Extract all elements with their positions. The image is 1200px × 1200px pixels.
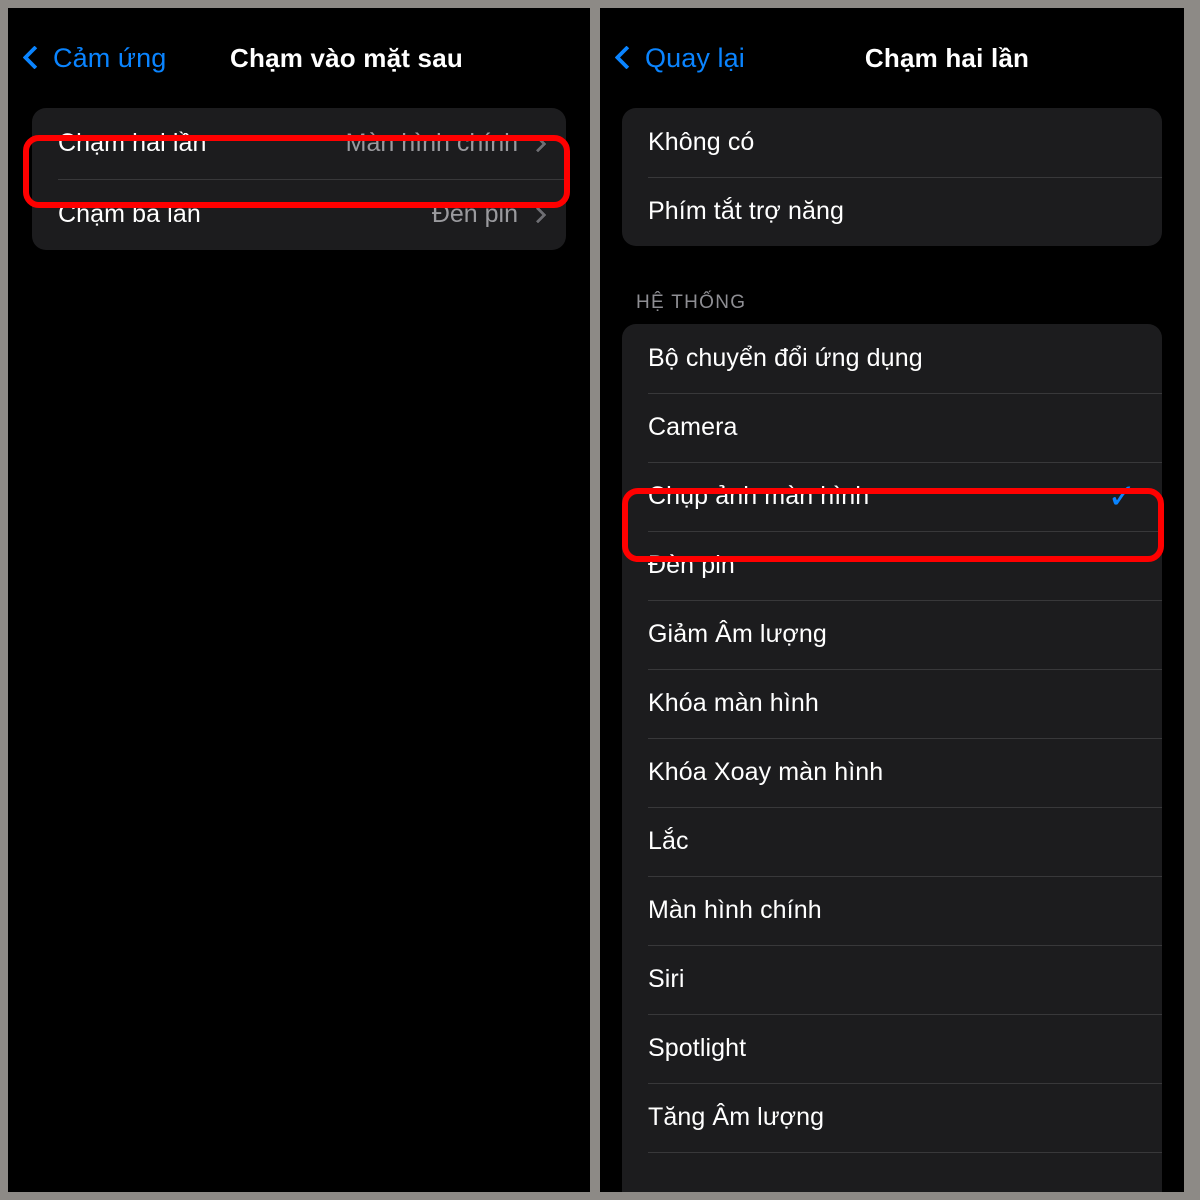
back-button-label: Quay lại <box>645 42 745 73</box>
options-card-system: Bộ chuyển đổi ứng dụng Camera Chụp ảnh m… <box>622 324 1162 1192</box>
list-item-label: Lắc <box>648 827 689 855</box>
list-item-giam-am-luong[interactable]: Giảm Âm lượng <box>622 600 1162 669</box>
list-item-value: Màn hình chính <box>345 129 518 157</box>
list-item-khoa-xoay-man-hinh[interactable]: Khóa Xoay màn hình <box>622 738 1162 807</box>
list-item-label: Đèn pin <box>648 551 735 579</box>
chevron-right-icon <box>529 206 547 223</box>
list-item-khong-co[interactable]: Không có <box>622 108 1162 177</box>
checkmark-icon: ✓ <box>1107 477 1137 516</box>
list-item-label: Chạm hai lần <box>58 129 207 157</box>
right-navigation-bar: Quay lại Chạm hai lần <box>600 8 1184 108</box>
back-button-label: Cảm ứng <box>53 42 167 73</box>
list-item-value: Đèn pin <box>431 200 518 228</box>
list-item-label: Chụp ảnh màn hình <box>648 482 870 510</box>
list-item-accessory-group: Màn hình chính <box>345 129 547 158</box>
list-item-label: Spotlight <box>648 1034 747 1062</box>
right-phone-screen: Quay lại Chạm hai lần Không có Phím tắt … <box>600 8 1184 1192</box>
screenshot-stage: Cảm ứng Chạm vào mặt sau Chạm hai lần Mà… <box>0 0 1200 1200</box>
list-item-accessory-group: ✓ <box>1108 480 1141 514</box>
left-phone-screen: Cảm ứng Chạm vào mặt sau Chạm hai lần Mà… <box>8 8 590 1192</box>
list-item-accessory-group: Đèn pin <box>431 200 547 229</box>
chevron-left-icon <box>22 45 47 70</box>
left-navigation-bar: Cảm ứng Chạm vào mặt sau <box>8 8 590 108</box>
section-header-he-thong: HỆ THỐNG <box>636 292 747 313</box>
list-item-lac[interactable]: Lắc <box>622 807 1162 876</box>
list-item-cham-ba-lan[interactable]: Chạm ba lần Đèn pin <box>32 179 566 250</box>
list-item-label: Giảm Âm lượng <box>648 620 827 648</box>
list-item-den-pin[interactable]: Đèn pin <box>622 531 1162 600</box>
list-item-bo-chuyen-doi-ung-dung[interactable]: Bộ chuyển đổi ứng dụng <box>622 324 1162 393</box>
list-item-label: Khóa Xoay màn hình <box>648 758 884 786</box>
back-button-cam-ung[interactable]: Cảm ứng <box>22 42 167 74</box>
list-item-label: Camera <box>648 413 738 441</box>
list-item-chup-anh-man-hinh[interactable]: Chụp ảnh màn hình ✓ <box>622 462 1162 531</box>
list-item-man-hinh-chinh[interactable]: Màn hình chính <box>622 876 1162 945</box>
list-item-label: Không có <box>648 128 755 156</box>
list-item-camera[interactable]: Camera <box>622 393 1162 462</box>
back-button-quay-lai[interactable]: Quay lại <box>614 42 745 74</box>
back-tap-settings-card: Chạm hai lần Màn hình chính Chạm ba lần … <box>32 108 566 250</box>
list-item-tang-am-luong[interactable]: Tăng Âm lượng <box>622 1083 1162 1152</box>
list-item-phim-tat-tro-nang[interactable]: Phím tắt trợ năng <box>622 177 1162 246</box>
list-item-label: Tăng Âm lượng <box>648 1103 825 1131</box>
list-item-label: Siri <box>648 965 685 993</box>
list-item-label: Phím tắt trợ năng <box>648 197 844 225</box>
list-item-siri[interactable]: Siri <box>622 945 1162 1014</box>
list-item-label: Chạm ba lần <box>58 200 201 228</box>
options-card-top: Không có Phím tắt trợ năng <box>622 108 1162 246</box>
chevron-right-icon <box>529 135 547 152</box>
list-item-cham-hai-lan[interactable]: Chạm hai lần Màn hình chính <box>32 108 566 179</box>
list-item-partial-below-fold[interactable] <box>622 1152 1162 1192</box>
list-item-khoa-man-hinh[interactable]: Khóa màn hình <box>622 669 1162 738</box>
chevron-left-icon <box>614 45 639 70</box>
list-item-spotlight[interactable]: Spotlight <box>622 1014 1162 1083</box>
list-item-label: Màn hình chính <box>648 896 822 924</box>
list-item-label: Khóa màn hình <box>648 689 819 717</box>
list-item-label: Bộ chuyển đổi ứng dụng <box>648 344 923 372</box>
